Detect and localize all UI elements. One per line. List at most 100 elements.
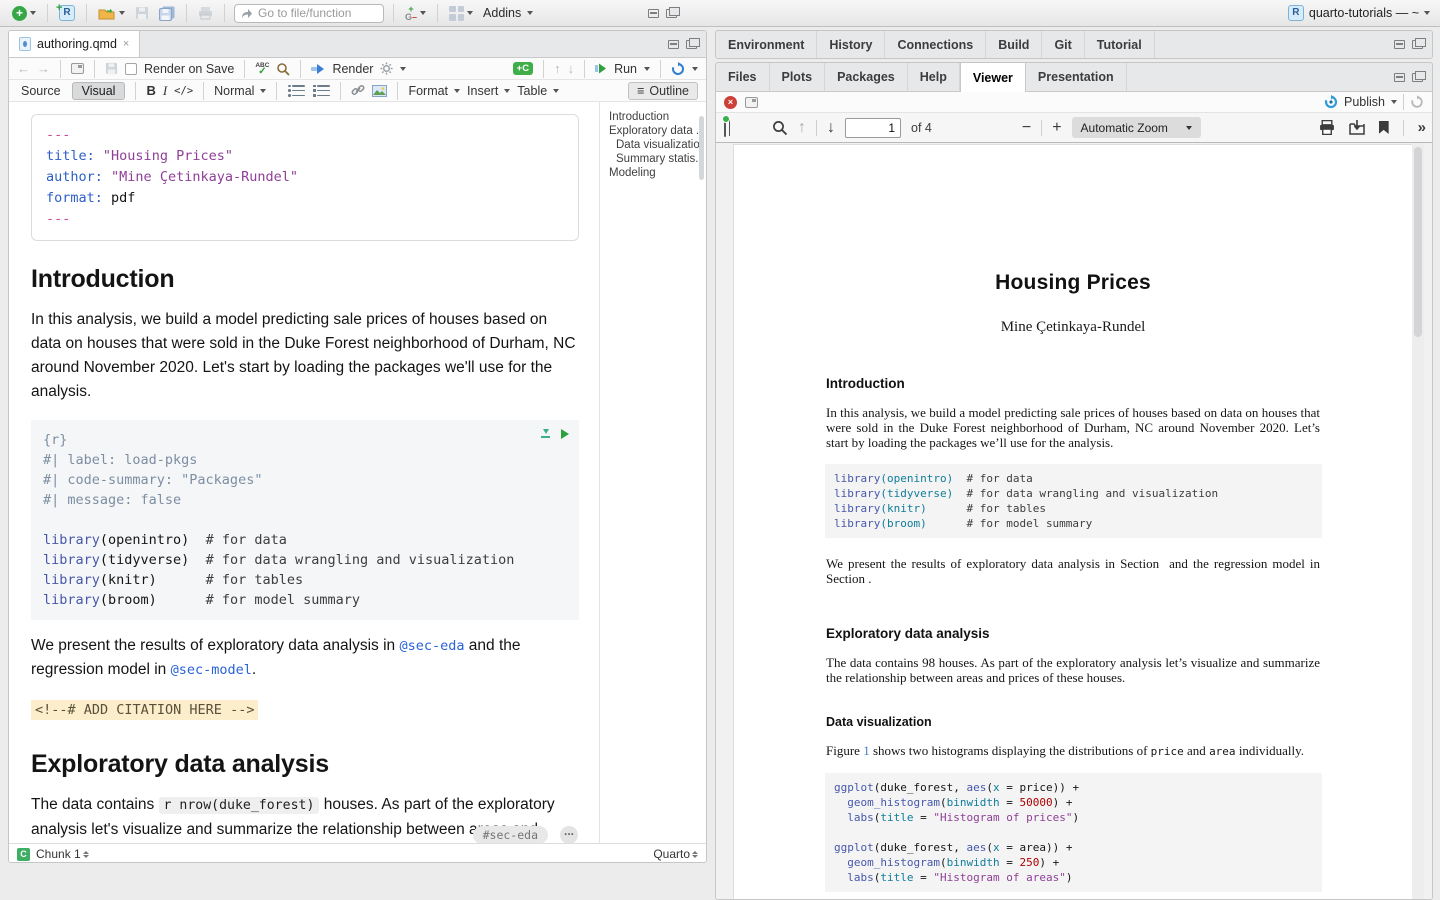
pdf-viewer-area[interactable]: Housing Prices Mine Çetinkaya-Rundel Int… [716, 143, 1432, 900]
bullet-list-icon[interactable] [292, 85, 305, 96]
pdf-print-icon[interactable] [1319, 120, 1335, 135]
pdf-more-tools-icon[interactable]: » [1418, 119, 1424, 136]
run-previous-icon[interactable]: ↑ [554, 61, 561, 76]
print-button[interactable] [196, 5, 215, 21]
code-format-button[interactable]: </> [174, 85, 193, 97]
image-icon[interactable] [372, 85, 387, 97]
console-minimize-icon[interactable] [648, 9, 659, 18]
open-in-new-window-icon[interactable] [71, 63, 84, 74]
pdf-zoom-in-icon[interactable]: + [1052, 119, 1061, 137]
save-all-icon [159, 6, 175, 21]
source-mode-button[interactable]: Source [17, 84, 65, 98]
bold-button[interactable]: B [146, 83, 155, 98]
open-file-button[interactable] [96, 6, 127, 21]
pdf-scrollbar[interactable] [1412, 143, 1424, 900]
goto-file-input[interactable]: Go to file/function [234, 4, 384, 23]
new-project-button[interactable]: +R [57, 4, 77, 22]
format-label: Format [408, 84, 448, 98]
run-chunk-icon[interactable] [561, 429, 569, 439]
pane-maximize-icon[interactable] [1412, 73, 1423, 82]
pdf-zoom-select[interactable]: Automatic Zoom [1072, 117, 1201, 138]
section-options-button[interactable]: ... [560, 826, 578, 843]
viewer-clear-icon[interactable]: × [724, 96, 737, 109]
insert-chunk-icon[interactable]: +C [513, 62, 533, 75]
close-tab-icon[interactable]: × [123, 38, 129, 50]
format-menu[interactable]: Format [408, 84, 460, 98]
pdf-zoom-out-icon[interactable]: − [1022, 119, 1031, 137]
visual-mode-button[interactable]: Visual [72, 82, 126, 100]
pdf-next-page-icon[interactable]: ↓ [827, 119, 835, 137]
viewer-popout-icon[interactable] [745, 97, 758, 108]
new-file-button[interactable]: + [10, 5, 38, 22]
yaml-metadata-block[interactable]: ---title: "Housing Prices"author: "Mine … [31, 114, 579, 241]
pdf-bookmark-icon[interactable] [1379, 121, 1389, 134]
forward-icon[interactable]: → [37, 61, 50, 76]
publish-button[interactable]: Publish [1344, 95, 1385, 109]
project-selector[interactable]: R quarto-tutorials — ~ [1288, 5, 1430, 21]
outline-item-summary-statis[interactable]: Summary statis... [609, 152, 704, 166]
pdf-prev-page-icon[interactable]: ↑ [798, 119, 806, 137]
pdf-sidebar-toggle[interactable] [724, 119, 726, 137]
viewer-refresh-icon[interactable] [1410, 95, 1424, 109]
pdf-scrollbar-thumb[interactable] [1414, 147, 1422, 337]
back-icon[interactable]: ← [17, 61, 30, 76]
tab-authoring-qmd[interactable]: authoring.qmd × [9, 31, 140, 57]
tab-help[interactable]: Help [908, 63, 960, 91]
doc-format-selector[interactable]: Quarto [653, 847, 698, 861]
link-icon[interactable] [351, 84, 365, 97]
tab-connections[interactable]: Connections [885, 31, 986, 58]
pdf-search-icon[interactable] [772, 120, 788, 136]
run-all-above-icon[interactable] [541, 429, 551, 439]
outline-item-exploratory-data[interactable]: Exploratory data ... [609, 124, 704, 138]
console-maximize-icon[interactable] [666, 9, 677, 18]
tab-packages[interactable]: Packages [825, 63, 908, 91]
tab-files[interactable]: Files [716, 63, 770, 91]
tab-tutorial[interactable]: Tutorial [1085, 31, 1155, 58]
tab-git[interactable]: Git [1042, 31, 1084, 58]
pdf-code-block-1: library(openintro) # for datalibrary(tid… [825, 464, 1322, 538]
tab-viewer[interactable]: Viewer [960, 63, 1026, 92]
html-comment-block[interactable]: <!--# ADD CITATION HERE --> [31, 700, 258, 720]
code-chunk-load-pkgs[interactable]: {r}#| label: load-pkgs#| code-summary: "… [31, 420, 579, 620]
addins-button[interactable]: Addins [481, 5, 535, 21]
pdf-download-icon[interactable] [1349, 120, 1365, 135]
tab-presentation[interactable]: Presentation [1026, 63, 1127, 91]
source-refresh-icon[interactable] [671, 62, 685, 76]
outline-toggle-button[interactable]: ≡Outline [628, 82, 698, 100]
paragraph-style-dropdown[interactable]: Normal [214, 84, 266, 98]
numbered-list-icon[interactable] [317, 85, 330, 96]
outline-item-introduction[interactable]: Introduction [609, 110, 704, 124]
visual-editor-document[interactable]: ---title: "Housing Prices"author: "Mine … [9, 102, 706, 843]
outline-item-modeling[interactable]: Modeling [609, 166, 704, 180]
editor-scrollbar-thumb[interactable] [699, 116, 704, 180]
tab-environment[interactable]: Environment [716, 31, 817, 58]
tab-plots[interactable]: Plots [770, 63, 826, 91]
outline-item-data-visualization[interactable]: Data visualization [609, 138, 704, 152]
pdf-page-input[interactable] [845, 118, 901, 138]
qmd-file-icon [19, 37, 31, 51]
tab-build[interactable]: Build [986, 31, 1042, 58]
table-menu[interactable]: Table [517, 84, 559, 98]
save-button[interactable] [133, 5, 151, 21]
render-settings-gear-icon[interactable] [380, 62, 393, 75]
workspace-panes-button[interactable] [447, 5, 475, 22]
find-icon[interactable] [276, 62, 290, 76]
save-all-button[interactable] [157, 5, 177, 22]
render-on-save-label: Render on Save [144, 62, 234, 76]
version-control-button[interactable]: +G– [403, 4, 428, 22]
run-next-icon[interactable]: ↓ [568, 61, 575, 76]
pane-maximize-icon[interactable] [1412, 40, 1423, 49]
minimize-pane-icon[interactable] [668, 40, 679, 49]
insert-menu[interactable]: Insert [467, 84, 510, 98]
pane-minimize-icon[interactable] [1394, 40, 1405, 49]
italic-button[interactable]: I [163, 83, 167, 99]
spellcheck-icon[interactable]: ABC✓ [255, 63, 269, 75]
save-doc-icon[interactable] [105, 62, 118, 75]
render-on-save-checkbox[interactable] [125, 63, 137, 75]
chunk-navigator[interactable]: Chunk 1 [36, 847, 89, 861]
tab-history[interactable]: History [817, 31, 885, 58]
run-button[interactable]: Run [614, 62, 637, 76]
pane-minimize-icon[interactable] [1394, 73, 1405, 82]
maximize-pane-icon[interactable] [686, 40, 697, 49]
render-button[interactable]: Render [332, 62, 373, 76]
